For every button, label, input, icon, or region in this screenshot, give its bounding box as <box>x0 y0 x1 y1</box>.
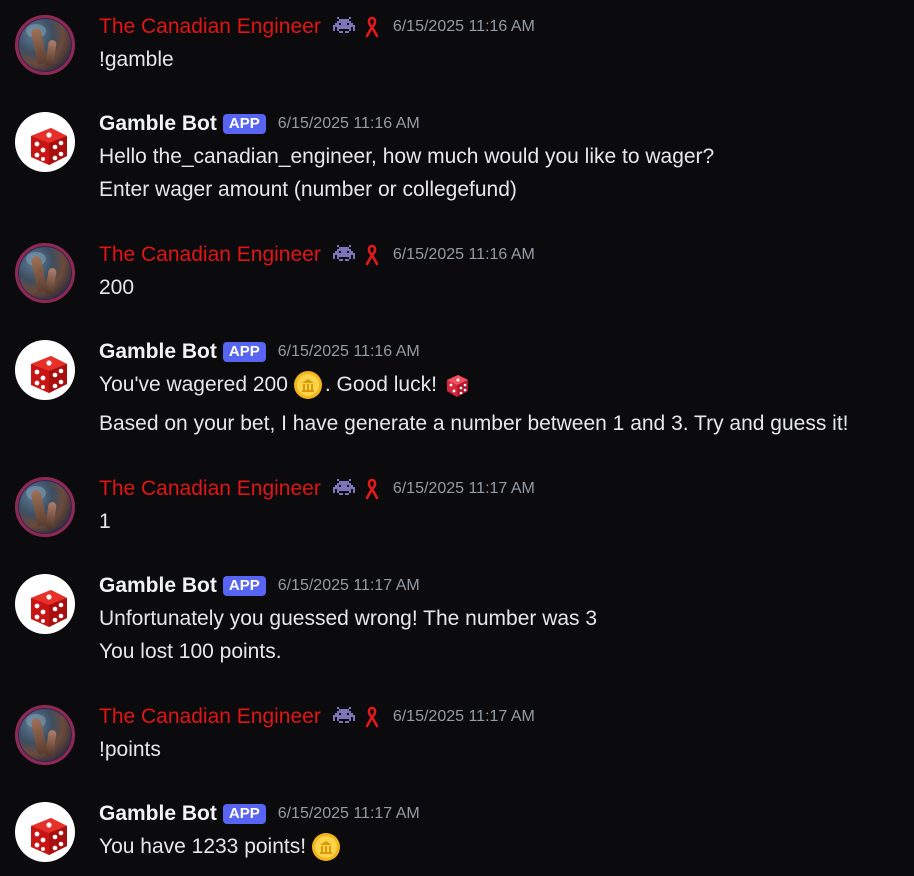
author-name[interactable]: The Canadian Engineer <box>99 243 321 267</box>
message-header: The Canadian Engineer 6/15/2025 11:16 AM <box>99 243 535 267</box>
message-timestamp[interactable]: 6/15/2025 11:17 AM <box>278 805 420 823</box>
author-name[interactable]: Gamble Bot <box>99 574 217 598</box>
message-text: You've wagered 200 . Good luck! <box>99 370 471 400</box>
red-dice-avatar-icon[interactable] <box>15 802 75 862</box>
author-name[interactable]: The Canadian Engineer <box>99 15 321 39</box>
awareness-ribbon-icon[interactable] <box>365 706 379 728</box>
author-name[interactable]: Gamble Bot <box>99 112 217 136</box>
awareness-ribbon-icon[interactable] <box>365 478 379 500</box>
message-text: !gamble <box>99 48 174 71</box>
message-text: Hello the_canadian_engineer, how much wo… <box>99 145 715 168</box>
game-die-emoji-icon <box>446 375 468 397</box>
wager-text: You've wagered 200 <box>99 373 288 396</box>
message-timestamp[interactable]: 6/15/2025 11:16 AM <box>278 343 420 361</box>
author-name[interactable]: Gamble Bot <box>99 340 217 364</box>
message-text: !points <box>99 738 161 761</box>
author-name[interactable]: The Canadian Engineer <box>99 705 321 729</box>
message-timestamp[interactable]: 6/15/2025 11:17 AM <box>393 480 535 498</box>
message-timestamp[interactable]: 6/15/2025 11:16 AM <box>393 18 535 36</box>
app-badge: APP <box>222 114 266 134</box>
space-invader-icon[interactable] <box>331 707 357 727</box>
message-header: The Canadian Engineer 6/15/2025 11:17 AM <box>99 705 535 729</box>
space-invader-icon[interactable] <box>331 245 357 265</box>
app-badge: APP <box>222 576 266 596</box>
coin-emoji-icon <box>312 833 341 861</box>
app-badge: APP <box>222 342 266 362</box>
message-text: You lost 100 points. <box>99 640 282 663</box>
message-text: Based on your bet, I have generate a num… <box>99 412 849 435</box>
message-text: Unfortunately you guessed wrong! The num… <box>99 607 598 630</box>
space-invader-icon[interactable] <box>331 17 357 37</box>
message-text: You have 1233 points! <box>99 832 343 862</box>
message-text: 1 <box>99 510 111 533</box>
message-timestamp[interactable]: 6/15/2025 11:17 AM <box>278 577 420 595</box>
message-timestamp[interactable]: 6/15/2025 11:16 AM <box>278 115 420 133</box>
message-header: Gamble Bot APP 6/15/2025 11:16 AM <box>99 112 420 136</box>
message-header: Gamble Bot APP 6/15/2025 11:17 AM <box>99 574 420 598</box>
red-dice-avatar-icon[interactable] <box>15 340 75 400</box>
message-text: 200 <box>99 276 135 299</box>
message-header: The Canadian Engineer 6/15/2025 11:16 AM <box>99 15 535 39</box>
message-header: Gamble Bot APP 6/15/2025 11:17 AM <box>99 802 420 826</box>
nebula-avatar-icon[interactable] <box>15 705 75 765</box>
awareness-ribbon-icon[interactable] <box>365 244 379 266</box>
good-luck-text: . Good luck! <box>324 373 437 396</box>
message-timestamp[interactable]: 6/15/2025 11:16 AM <box>393 246 535 264</box>
message-header: Gamble Bot APP 6/15/2025 11:16 AM <box>99 340 420 364</box>
red-dice-avatar-icon[interactable] <box>15 574 75 634</box>
points-text: You have 1233 points! <box>99 835 307 858</box>
nebula-avatar-icon[interactable] <box>15 477 75 537</box>
awareness-ribbon-icon[interactable] <box>365 16 379 38</box>
message-text: Enter wager amount (number or collegefun… <box>99 178 517 201</box>
coin-emoji-icon <box>293 371 322 399</box>
app-badge: APP <box>222 804 266 824</box>
nebula-avatar-icon[interactable] <box>15 15 75 75</box>
message-timestamp[interactable]: 6/15/2025 11:17 AM <box>393 708 535 726</box>
author-name[interactable]: Gamble Bot <box>99 802 217 826</box>
nebula-avatar-icon[interactable] <box>15 243 75 303</box>
message-header: The Canadian Engineer 6/15/2025 11:17 AM <box>99 477 535 501</box>
red-dice-avatar-icon[interactable] <box>15 112 75 172</box>
space-invader-icon[interactable] <box>331 479 357 499</box>
author-name[interactable]: The Canadian Engineer <box>99 477 321 501</box>
